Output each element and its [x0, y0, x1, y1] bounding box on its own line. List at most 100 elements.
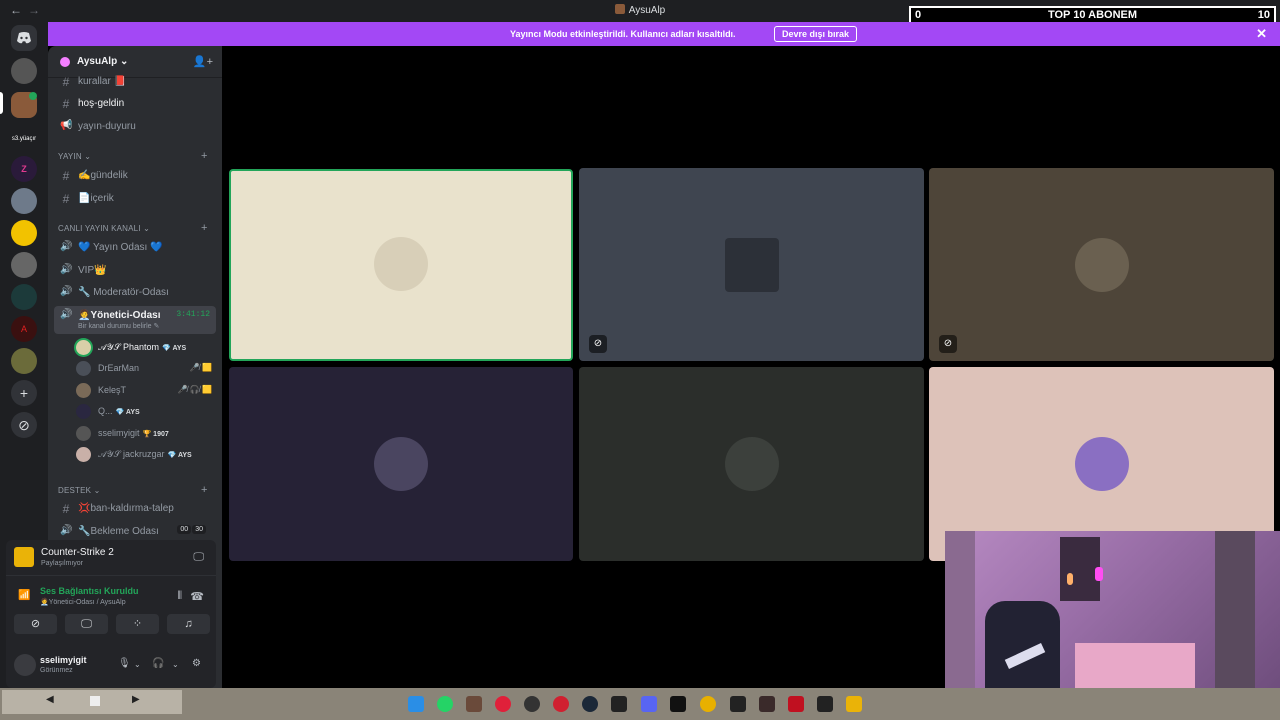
app-icon[interactable]: [466, 696, 482, 712]
soundboard-button[interactable]: ♫: [167, 614, 210, 634]
noise-suppression-icon[interactable]: ⫴: [177, 590, 182, 603]
server-icon[interactable]: [11, 284, 37, 310]
username[interactable]: sselimyigit: [40, 655, 87, 665]
voice-user[interactable]: Q... 💎 AYS: [76, 402, 216, 421]
create-channel-icon[interactable]: +: [201, 222, 208, 234]
channel-icerik[interactable]: # 📄içerik: [54, 189, 216, 209]
server-icon[interactable]: [11, 252, 37, 278]
discord-home-icon[interactable]: [11, 25, 37, 51]
speaker-icon: 🔊: [60, 264, 73, 275]
microphone-icon[interactable]: 🎙: [118, 658, 131, 669]
channel-yayin-odasi[interactable]: 🔊 💙 Yayın Odası 💙: [54, 238, 216, 258]
voice-user[interactable]: DrEarMan 🎤̸ 🟨: [76, 359, 216, 378]
disable-streamer-mode-button[interactable]: Devre dışı bırak: [774, 26, 858, 42]
channel-gundelik[interactable]: # ✍️gündelik: [54, 166, 216, 186]
server-icon[interactable]: [11, 220, 37, 246]
participant-tile[interactable]: ⊘: [929, 168, 1274, 361]
server-folder[interactable]: s3.yüaçır: [9, 126, 39, 152]
category-destek[interactable]: DESTEK ⌄ +: [58, 484, 207, 496]
game-icon: [14, 547, 34, 567]
add-server-icon[interactable]: +: [11, 380, 37, 406]
participant-tile[interactable]: [229, 169, 573, 361]
terminal-icon[interactable]: [817, 696, 833, 712]
app-icon[interactable]: [553, 696, 569, 712]
voice-user[interactable]: sselimyigit 🏆 1907: [76, 424, 216, 443]
category-yayin[interactable]: YAYIN ⌄ +: [58, 150, 207, 162]
create-channel-icon[interactable]: +: [201, 484, 208, 496]
taskbar: ◀ ▶: [0, 688, 1280, 720]
avatar[interactable]: [14, 654, 36, 676]
participant-tile[interactable]: [229, 367, 573, 561]
app-icon[interactable]: [495, 696, 511, 712]
channel-yonetici-odasi[interactable]: 🔊 🧑‍💼Yönetici-Odası 3:41:12 Bir kanal du…: [54, 306, 216, 334]
play-icon[interactable]: ▶: [132, 694, 140, 705]
start-icon[interactable]: [408, 696, 424, 712]
app-icon[interactable]: [759, 696, 775, 712]
avatar: [725, 437, 779, 491]
voice-user[interactable]: KeleşT 🎤̸ 🎧̸ 🟨: [76, 381, 216, 400]
channel-ban-kaldirma-talep[interactable]: # 💢ban-kaldırma-talep: [54, 499, 216, 519]
server-thumb-icon: [614, 4, 625, 14]
voice-status-title[interactable]: Ses Bağlantısı Kuruldu: [40, 586, 139, 596]
counter-strike-icon[interactable]: [846, 696, 862, 712]
channel-yayin-duyuru[interactable]: 📢 yayın-duyuru: [54, 117, 216, 137]
deafened-icon: ⊘: [939, 335, 957, 353]
channel-label: 💙 Yayın Odası 💙: [78, 242, 163, 253]
settings-gear-icon[interactable]: ⚙: [192, 658, 201, 669]
chrome-icon[interactable]: [700, 696, 716, 712]
explore-icon[interactable]: ⊘: [11, 412, 37, 438]
explore-glyph: ⊘: [18, 416, 30, 433]
signal-icon[interactable]: 📶: [18, 590, 30, 601]
voice-user-name: DrEarMan: [98, 363, 140, 373]
server-icon[interactable]: A: [11, 316, 37, 342]
invite-people-icon[interactable]: 👤+: [193, 55, 213, 68]
close-icon[interactable]: ✕: [1256, 26, 1267, 42]
participant-tile[interactable]: ⊘: [579, 168, 924, 361]
voice-channel-path[interactable]: 🧑‍💼Yönetici-Odası / AysuAlp: [40, 598, 126, 606]
discord-icon[interactable]: [641, 696, 657, 712]
previous-icon[interactable]: ◀: [46, 694, 54, 705]
disconnect-icon[interactable]: ☎: [190, 590, 204, 603]
channel-moderator-odasi[interactable]: 🔊 🔧 Moderatör-Odası: [54, 283, 216, 303]
chevron-down-icon: ⌄: [119, 56, 129, 67]
avatar: [76, 383, 91, 398]
channel-hos-geldin[interactable]: # hoş-geldin: [54, 94, 216, 114]
category-canli-yayin[interactable]: CANLI YAYIN KANALI ⌄ +: [58, 222, 207, 234]
whatsapp-icon[interactable]: [437, 696, 453, 712]
chevron-down-icon[interactable]: ⌄: [134, 660, 141, 669]
user-count: 00: [177, 525, 192, 534]
tiktok-icon[interactable]: [670, 696, 686, 712]
category-label: DESTEK: [58, 486, 92, 495]
stream-game-icon[interactable]: 🖵: [193, 551, 204, 564]
overlay-right-value: 10: [1257, 9, 1270, 21]
camera-off-button[interactable]: ⊘: [14, 614, 57, 634]
activities-button[interactable]: ⁘: [116, 614, 159, 634]
voice-user-name: 𝒜𝒴𝒮 jackruzgar 💎 AYS: [98, 449, 192, 460]
server-name: AysuAlp ⌄: [77, 56, 128, 67]
voice-user[interactable]: 𝒜𝒴𝒮 jackruzgar 💎 AYS: [76, 445, 216, 464]
app-icon[interactable]: [730, 696, 746, 712]
participant-tile[interactable]: [579, 367, 924, 561]
app-icon[interactable]: [524, 696, 540, 712]
app-icon[interactable]: [788, 696, 804, 712]
server-folder-label: s3.yüaçır: [11, 136, 37, 142]
server-icon[interactable]: [11, 188, 37, 214]
screen-share-button[interactable]: 🖵: [65, 614, 108, 634]
channel-status[interactable]: Bir kanal durumu belirle ✎: [78, 322, 159, 330]
server-icon[interactable]: [11, 58, 37, 84]
create-channel-icon[interactable]: +: [201, 150, 208, 162]
epic-games-icon[interactable]: [611, 696, 627, 712]
server-icon[interactable]: Z: [11, 156, 37, 182]
channel-bekleme-odasi[interactable]: 🔊 🔧Bekleme Odası 00 30: [54, 522, 216, 542]
steam-icon[interactable]: [582, 696, 598, 712]
server-icon[interactable]: [11, 348, 37, 374]
channel-kurallar[interactable]: # kurallar 📕: [54, 72, 216, 92]
avatar: [1075, 437, 1129, 491]
chevron-down-icon[interactable]: ⌄: [172, 660, 179, 669]
channel-vip[interactable]: 🔊 VIP👑: [54, 261, 216, 281]
voice-user[interactable]: 𝒜𝒴𝒮 Phantom 💎 AYS: [76, 338, 216, 357]
voice-user-label: 𝒜𝒴𝒮 jackruzgar: [98, 449, 165, 459]
stop-icon[interactable]: [90, 696, 100, 706]
headphones-icon[interactable]: 🎧: [152, 658, 164, 669]
game-activity: Counter-Strike 2 Paylaşılmıyor 🖵: [6, 540, 216, 576]
